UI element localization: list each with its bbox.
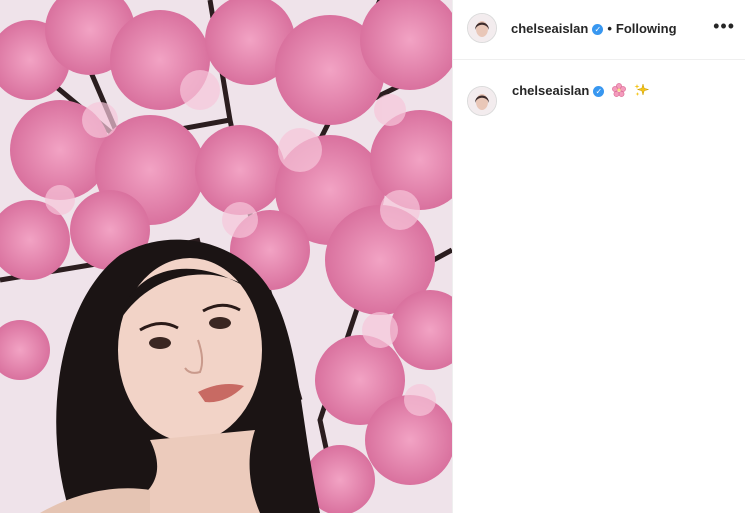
- post-photo[interactable]: [0, 0, 452, 513]
- cherry-blossom-selfie-image: [0, 0, 452, 513]
- caption-username-link[interactable]: chelseaislan: [512, 83, 589, 98]
- more-options-icon[interactable]: •••: [713, 17, 735, 35]
- cherry-blossom-emoji-icon: [612, 83, 626, 100]
- avatar[interactable]: [467, 13, 497, 43]
- profile-picture-icon: [468, 14, 496, 42]
- header-username-link[interactable]: chelseaislan: [511, 21, 588, 36]
- verified-badge-icon: ✓: [592, 24, 604, 36]
- following-button[interactable]: Following: [616, 21, 677, 36]
- profile-picture-icon: [468, 87, 496, 115]
- sparkles-emoji-icon: [634, 83, 650, 100]
- header-user-line: chelseaislan ✓ • Following: [511, 21, 677, 36]
- post-header: chelseaislan ✓ • Following •••: [453, 0, 745, 60]
- separator-dot: •: [607, 21, 612, 36]
- caption-avatar[interactable]: [467, 86, 497, 116]
- post-side-panel: chelseaislan ✓ • Following ••• chelseaislan…: [453, 0, 745, 513]
- verified-badge-icon: ✓: [593, 86, 605, 98]
- caption: chelseaislan ✓: [512, 83, 650, 100]
